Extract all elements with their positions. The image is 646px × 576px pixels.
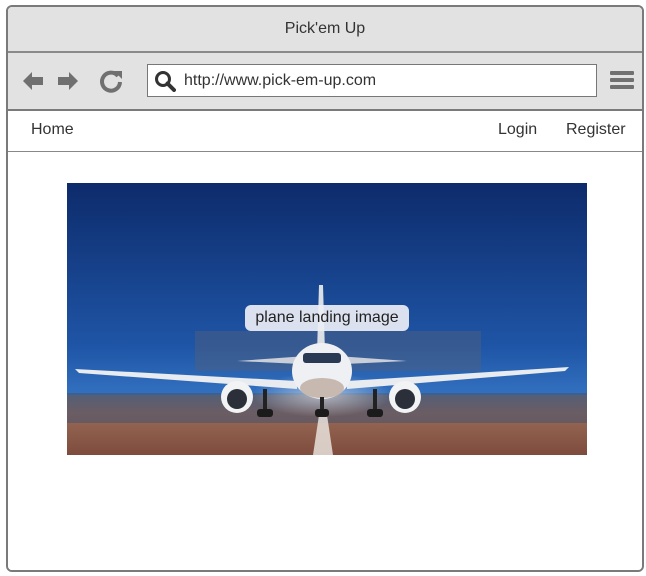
arrow-right-icon: [58, 72, 78, 90]
browser-toolbar: [8, 53, 642, 111]
url-input[interactable]: [184, 71, 584, 90]
nav-home-link[interactable]: Home: [31, 121, 74, 139]
window-title-bar: Pick'em Up: [8, 7, 642, 53]
window-title: Pick'em Up: [284, 20, 366, 37]
page-content: plane landing image: [8, 152, 642, 570]
browser-window: Pick'em Up http://www.pick-em-up.com Hom…: [6, 5, 644, 572]
menu-button[interactable]: [609, 67, 635, 93]
reload-button[interactable]: [98, 68, 124, 94]
forward-button[interactable]: [55, 68, 81, 94]
nav-register-link[interactable]: Register: [566, 121, 626, 139]
site-nav: Home Login Register: [8, 111, 642, 152]
arrow-left-icon: [23, 72, 43, 90]
hero-image: plane landing image: [67, 183, 587, 455]
image-placeholder-label: plane landing image: [245, 305, 409, 331]
reload-icon: [100, 70, 122, 93]
nav-login-link[interactable]: Login: [498, 121, 537, 139]
hamburger-menu-icon: [610, 71, 634, 89]
address-bar[interactable]: [147, 64, 597, 97]
back-button[interactable]: [20, 68, 46, 94]
search-icon: [155, 70, 176, 92]
